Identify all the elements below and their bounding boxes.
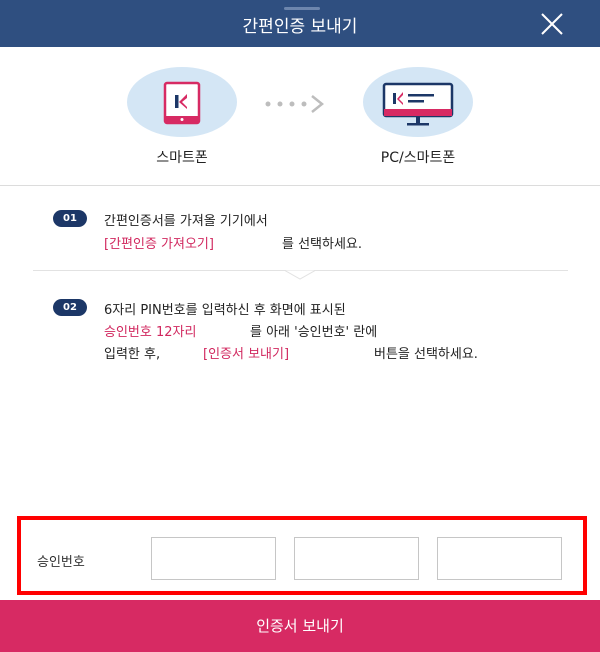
drag-handle[interactable]	[284, 7, 320, 10]
pc-device	[363, 67, 473, 137]
step-2-text: 6자리 PIN번호를 입력하신 후 화면에 표시된	[104, 303, 346, 318]
step-badge-1: 01	[53, 210, 87, 227]
step-1-suffix: 를 선택하세요.	[282, 237, 363, 252]
send-certificate-button[interactable]: 인증서 보내기	[0, 600, 600, 652]
arrow-right-icon	[265, 95, 325, 113]
smartphone-device	[127, 67, 237, 137]
smartphone-icon	[163, 81, 201, 125]
to-device-label: PC/스마트폰	[380, 150, 456, 166]
step-2-line3-prefix: 입력한 후,	[104, 347, 161, 362]
step-2-highlight-code: 승인번호 12자리	[104, 325, 197, 340]
step-2-highlight-button: [인증서 보내기]	[203, 347, 290, 362]
from-device-label: 스마트폰	[156, 150, 208, 166]
approval-code-input-3[interactable]	[437, 537, 562, 580]
step-2-middle-text: 를 아래 '승인번호' 란에	[250, 325, 378, 340]
step-badge-2: 02	[53, 299, 87, 316]
header: 간편인증 보내기	[0, 0, 600, 47]
step-2-suffix: 버튼을 선택하세요.	[374, 347, 478, 362]
page-title: 간편인증 보내기	[242, 17, 358, 37]
close-icon	[541, 13, 563, 35]
divider-notch	[285, 270, 315, 280]
monitor-icon	[382, 82, 454, 126]
approval-code-input-2[interactable]	[294, 537, 419, 580]
approval-code-label: 승인번호	[37, 555, 85, 570]
step-1-highlight: [간편인증 가져오기]	[104, 237, 214, 252]
step-1-text: 간편인증서를 가져올 기기에서	[104, 214, 268, 229]
section-divider	[0, 185, 600, 186]
approval-code-input-1[interactable]	[151, 537, 276, 580]
close-button[interactable]	[538, 10, 566, 38]
